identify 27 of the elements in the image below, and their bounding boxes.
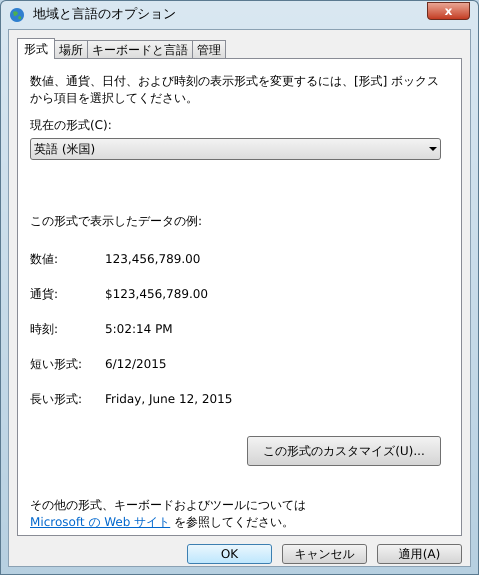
example-label: 長い形式:	[30, 391, 84, 408]
dropdown-arrow-icon	[429, 147, 437, 151]
tab[interactable]: キーボードと言語	[87, 40, 193, 58]
format-label: 現在の形式(C):	[30, 117, 112, 134]
format-dropdown[interactable]: 英語 (米国)	[30, 138, 441, 160]
customize-button[interactable]: この形式のカスタマイズ(U)...	[247, 436, 441, 466]
example-label: 短い形式:	[30, 356, 84, 373]
example-value: 6/12/2015	[105, 356, 167, 373]
examples-heading: この形式で表示したデータの例:	[30, 213, 202, 230]
example-value: 123,456,789.00	[105, 251, 200, 268]
example-label: 通貨:	[30, 286, 60, 303]
globe-icon	[9, 7, 25, 23]
window-title: 地域と言語のオプション	[33, 6, 176, 24]
example-label: 数値:	[30, 251, 60, 268]
example-value: $123,456,789.00	[105, 286, 208, 303]
dialog-button[interactable]: OK	[187, 544, 272, 564]
dialog-button[interactable]: 適用(A)	[377, 544, 462, 564]
footer-text: その他の形式、キーボードおよびツールについては Microsoft の Web サイト を参照してください。	[30, 497, 307, 531]
intro-text: 数値、通貨、日付、および時刻の表示形式を変更するには、[形式] ボックスから項目を選択してください。	[30, 73, 440, 107]
website-link[interactable]: Microsoft の Web サイト	[30, 515, 170, 529]
tab[interactable]: 管理	[192, 40, 226, 58]
example-label: 時刻:	[30, 321, 60, 338]
example-value: Friday, June 12, 2015	[105, 391, 232, 408]
example-value: 5:02:14 PM	[105, 321, 173, 338]
tab[interactable]: 場所	[54, 40, 88, 58]
tab[interactable]: 形式	[17, 38, 55, 59]
dialog-button[interactable]: キャンセル	[282, 544, 367, 564]
